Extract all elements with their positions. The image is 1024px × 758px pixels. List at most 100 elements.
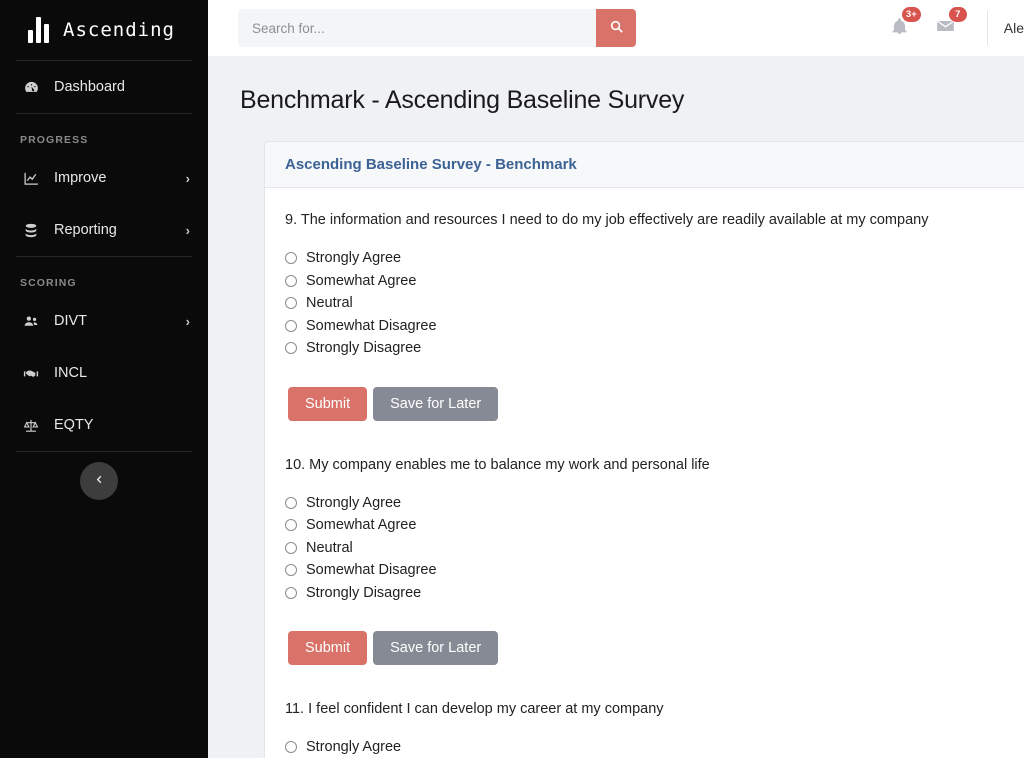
- radio-icon[interactable]: [285, 342, 297, 355]
- option-somewhat-agree[interactable]: Somewhat Agree: [285, 270, 1024, 293]
- option-strongly-disagree[interactable]: Strongly Disagree: [285, 337, 1024, 360]
- topbar: 3+ 7 Ale: [208, 0, 1024, 56]
- question-text: 10. My company enables me to balance my …: [285, 456, 710, 473]
- radio-icon[interactable]: [285, 297, 297, 310]
- option-strongly-agree[interactable]: Strongly Agree: [285, 736, 1024, 758]
- database-icon: [20, 222, 42, 239]
- handshake-icon: [20, 365, 42, 382]
- sidebar-item-divt[interactable]: DIVT ›: [0, 295, 208, 347]
- notifications-button[interactable]: 3+: [877, 6, 923, 41]
- survey-card-header: Ascending Baseline Survey - Benchmark: [265, 142, 1024, 188]
- radio-icon[interactable]: [285, 541, 297, 554]
- page-title: Benchmark - Ascending Baseline Survey: [240, 86, 685, 114]
- option-label: Somewhat Disagree: [306, 317, 437, 334]
- messages-button[interactable]: 7: [923, 6, 969, 41]
- sidebar-item-label: Reporting: [54, 222, 117, 238]
- scales-balance-icon: [20, 417, 42, 434]
- option-somewhat-disagree[interactable]: Somewhat Disagree: [285, 559, 1024, 582]
- option-label: Strongly Disagree: [306, 340, 422, 357]
- sidebar-item-incl[interactable]: INCL: [0, 347, 208, 399]
- brand[interactable]: Ascending: [0, 0, 208, 60]
- radio-icon[interactable]: [285, 741, 297, 754]
- sidebar-item-dashboard[interactable]: Dashboard: [0, 61, 208, 113]
- app-root: Ascending Dashboard PROGRESS Improve › R…: [0, 0, 1024, 758]
- question-9-options: Strongly Agree Somewhat Agree Neutral So…: [285, 247, 1024, 360]
- chevron-left-icon: [94, 473, 105, 489]
- sidebar-item-reporting[interactable]: Reporting ›: [0, 204, 208, 256]
- survey-card-title: Ascending Baseline Survey - Benchmark: [285, 156, 577, 173]
- option-strongly-agree[interactable]: Strongly Agree: [285, 247, 1024, 270]
- radio-icon[interactable]: [285, 519, 297, 532]
- dashboard-gauge-icon: [20, 79, 42, 96]
- users-group-icon: [20, 313, 42, 330]
- topbar-right: 3+ 7 Ale: [877, 0, 1024, 56]
- sidebar-item-label: EQTY: [54, 417, 94, 433]
- search-input[interactable]: [238, 9, 596, 47]
- notifications-badge: 3+: [901, 6, 921, 22]
- radio-icon[interactable]: [285, 564, 297, 577]
- option-label: Neutral: [306, 295, 353, 312]
- option-label: Strongly Disagree: [306, 584, 422, 601]
- option-label: Strongly Agree: [306, 739, 402, 756]
- option-somewhat-agree[interactable]: Somewhat Agree: [285, 514, 1024, 537]
- chevron-right-icon: ›: [185, 170, 190, 186]
- submit-button[interactable]: Submit: [288, 386, 368, 421]
- chevron-right-icon: ›: [185, 222, 190, 238]
- option-label: Strongly Agree: [306, 250, 402, 267]
- bar-chart-logo-icon: [28, 17, 49, 43]
- option-strongly-agree[interactable]: Strongly Agree: [285, 492, 1024, 515]
- page-content: Benchmark - Ascending Baseline Survey As…: [208, 56, 1024, 758]
- survey-card: Ascending Baseline Survey - Benchmark 9.…: [264, 141, 1024, 758]
- sidebar-item-label: Dashboard: [54, 79, 125, 95]
- question-10: 10. My company enables me to balance my …: [285, 455, 1024, 666]
- question-9-buttons: Submit Save for Later: [288, 386, 1024, 421]
- question-text: 11. I feel confident I can develop my ca…: [285, 701, 664, 718]
- survey-card-body: 9. The information and resources I need …: [265, 188, 1024, 758]
- sidebar-item-improve[interactable]: Improve ›: [0, 152, 208, 204]
- save-for-later-button[interactable]: Save for Later: [373, 386, 499, 421]
- option-neutral[interactable]: Neutral: [285, 537, 1024, 560]
- radio-icon[interactable]: [285, 252, 297, 265]
- search-bar: [238, 9, 636, 47]
- question-10-buttons: Submit Save for Later: [288, 631, 1024, 666]
- sidebar-divider-4: [16, 451, 192, 452]
- option-somewhat-disagree[interactable]: Somewhat Disagree: [285, 315, 1024, 338]
- sidebar: Ascending Dashboard PROGRESS Improve › R…: [0, 0, 208, 758]
- option-label: Somewhat Agree: [306, 272, 417, 289]
- sidebar-item-label: DIVT: [54, 313, 88, 329]
- main-area: 3+ 7 Ale Benchmark - Ascending Baseline …: [208, 0, 1024, 758]
- radio-icon[interactable]: [285, 274, 297, 287]
- chevron-right-icon: ›: [185, 313, 190, 329]
- search-icon: [609, 19, 624, 37]
- line-chart-icon: [20, 170, 42, 187]
- sidebar-section-progress: PROGRESS: [20, 134, 89, 146]
- sidebar-item-label: INCL: [54, 365, 88, 381]
- option-label: Neutral: [306, 539, 353, 556]
- save-for-later-button[interactable]: Save for Later: [373, 631, 499, 666]
- sidebar-section-scoring: SCORING: [20, 277, 77, 289]
- radio-icon[interactable]: [285, 586, 297, 599]
- radio-icon[interactable]: [285, 319, 297, 332]
- question-9: 9. The information and resources I need …: [285, 210, 1024, 421]
- messages-badge: 7: [948, 6, 967, 22]
- user-menu[interactable]: Ale: [1004, 20, 1024, 36]
- radio-icon[interactable]: [285, 496, 297, 509]
- question-11: 11. I feel confident I can develop my ca…: [285, 699, 1024, 758]
- option-label: Somewhat Agree: [306, 517, 417, 534]
- sidebar-collapse-button[interactable]: [80, 462, 118, 500]
- submit-button[interactable]: Submit: [288, 631, 368, 666]
- question-11-options: Strongly Agree Somewhat Agree: [285, 736, 1024, 758]
- option-neutral[interactable]: Neutral: [285, 292, 1024, 315]
- option-label: Strongly Agree: [306, 494, 402, 511]
- option-label: Somewhat Disagree: [306, 562, 437, 579]
- brand-name: Ascending: [63, 19, 175, 41]
- option-strongly-disagree[interactable]: Strongly Disagree: [285, 582, 1024, 605]
- sidebar-item-label: Improve: [54, 170, 107, 186]
- question-10-options: Strongly Agree Somewhat Agree Neutral So…: [285, 492, 1024, 605]
- question-text: 9. The information and resources I need …: [285, 212, 929, 228]
- topbar-separator: [986, 11, 988, 45]
- search-button[interactable]: [596, 9, 636, 47]
- sidebar-item-eqty[interactable]: EQTY: [0, 399, 208, 451]
